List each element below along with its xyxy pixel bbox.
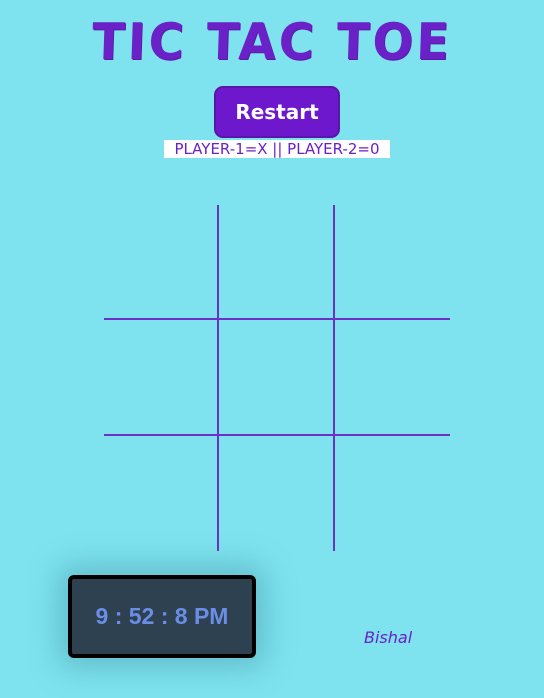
board-cell-3[interactable] bbox=[335, 205, 448, 318]
board-cell-4[interactable] bbox=[104, 320, 217, 433]
grid-line-vertical-2 bbox=[333, 205, 335, 551]
board-cell-6[interactable] bbox=[335, 320, 448, 433]
digital-clock: 9 : 52 : 8 PM bbox=[68, 575, 256, 658]
board-cell-8[interactable] bbox=[219, 436, 332, 549]
clock-time: 9 : 52 : 8 PM bbox=[95, 603, 229, 629]
grid-line-horizontal-1 bbox=[104, 318, 450, 320]
board-cell-7[interactable] bbox=[104, 436, 217, 549]
board-cell-5[interactable] bbox=[219, 320, 332, 433]
players-label: PLAYER-1=X || PLAYER-2=0 bbox=[164, 140, 390, 158]
game-board bbox=[104, 205, 450, 551]
board-cell-1[interactable] bbox=[104, 205, 217, 318]
restart-button[interactable]: Restart bbox=[214, 86, 340, 138]
page-title: TIC TAC TOE bbox=[91, 12, 453, 72]
board-cell-2[interactable] bbox=[219, 205, 332, 318]
author-signature: Bishal bbox=[364, 628, 413, 647]
grid-line-horizontal-2 bbox=[104, 434, 450, 436]
grid-line-vertical-1 bbox=[217, 205, 219, 551]
board-cell-9[interactable] bbox=[335, 436, 448, 549]
